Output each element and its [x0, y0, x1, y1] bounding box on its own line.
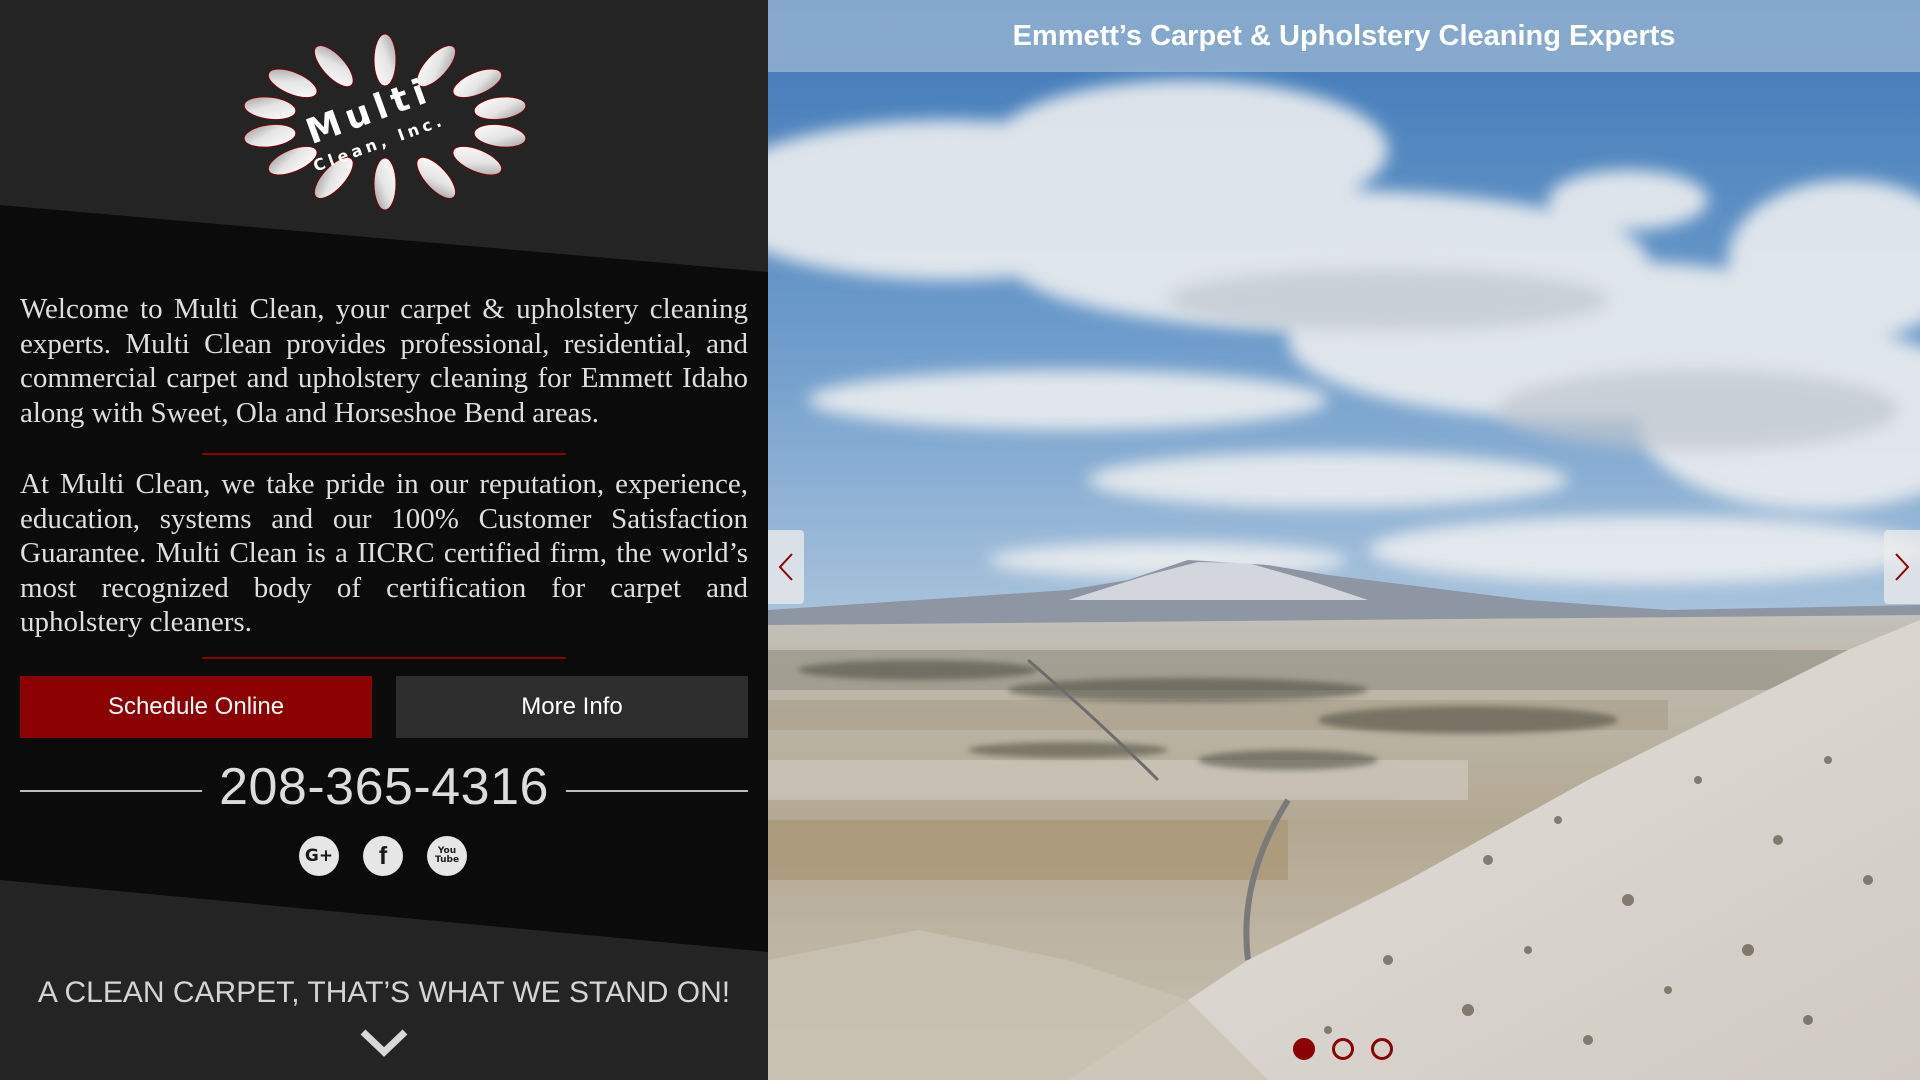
red-divider: [202, 453, 566, 455]
slider-dot-2[interactable]: [1332, 1038, 1354, 1060]
slider-title: Emmett’s Carpet & Upholstery Cleaning Ex…: [1012, 19, 1676, 52]
slider-prev-button[interactable]: [768, 530, 804, 604]
more-info-button[interactable]: More Info: [396, 676, 748, 738]
chevron-down-icon[interactable]: [359, 1026, 409, 1058]
logo-petal: [473, 123, 527, 148]
facebook-icon[interactable]: f: [363, 836, 403, 876]
hero-slider: Emmett’s Carpet & Upholstery Cleaning Ex…: [768, 0, 1920, 1080]
logo-petal: [373, 157, 397, 211]
phone-divider-left: [20, 790, 202, 792]
left-panel: Multi Clean, Inc. Welcome to Multi Clean…: [0, 0, 768, 1080]
logo-petal: [473, 96, 527, 121]
schedule-online-button[interactable]: Schedule Online: [20, 676, 372, 738]
logo-petal: [243, 123, 297, 148]
logo-petal: [416, 156, 457, 199]
multi-clean-logo[interactable]: Multi Clean, Inc.: [215, 22, 555, 217]
chevron-left-icon: [778, 553, 793, 581]
google-plus-icon[interactable]: G+: [299, 836, 339, 876]
tagline: A CLEAN CARPET, THAT’S WHAT WE STAND ON!: [37, 976, 731, 1009]
phone-number-link[interactable]: 208-365-4316: [202, 757, 566, 817]
intro-paragraph-1: Welcome to Multi Clean, your carpet & up…: [20, 293, 748, 429]
slider-dot-1[interactable]: [1293, 1038, 1315, 1060]
red-divider: [202, 657, 566, 659]
intro-paragraph-2: At Multi Clean, we take pride in our rep…: [20, 468, 748, 638]
slider-dot-3[interactable]: [1371, 1038, 1393, 1060]
chevron-right-icon: [1895, 553, 1910, 581]
youtube-icon-bottom: Tube: [434, 855, 460, 865]
slider-next-button[interactable]: [1884, 530, 1920, 604]
logo-petal: [243, 96, 297, 121]
logo-petal: [313, 45, 354, 88]
landscape-slide-image: [768, 0, 1920, 1080]
logo-petal: [373, 33, 397, 87]
phone-divider-right: [566, 790, 748, 792]
youtube-icon[interactable]: You Tube: [427, 836, 467, 876]
slider-title-bar: Emmett’s Carpet & Upholstery Cleaning Ex…: [768, 0, 1920, 72]
